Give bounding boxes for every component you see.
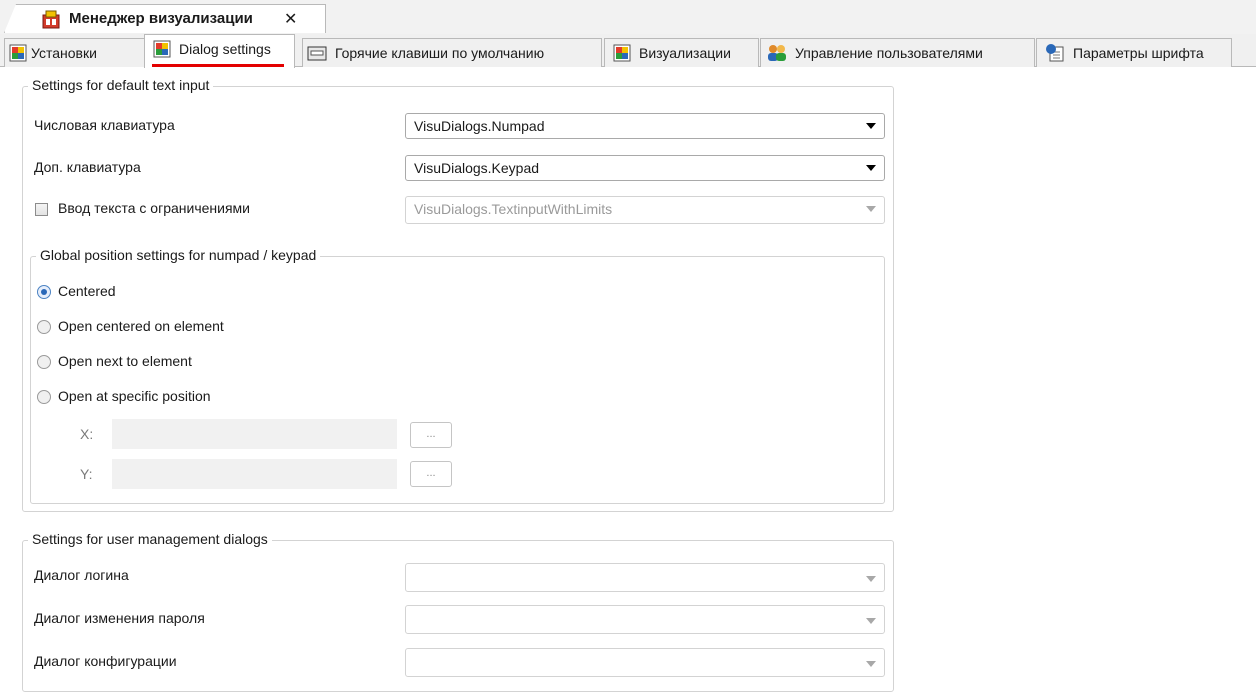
document-tab[interactable]: Менеджер визуализации ✕ — [4, 4, 326, 33]
numpad-value: VisuDialogs.Numpad — [414, 118, 545, 134]
default-text-input-legend: Settings for default text input — [28, 77, 214, 93]
radio-centered-label: Centered — [58, 283, 116, 299]
chevron-down-icon — [866, 618, 876, 624]
radio-centered-on-element[interactable] — [37, 320, 51, 334]
config-dialog-label: Диалог конфигурации — [34, 653, 177, 669]
font-icon — [1045, 44, 1065, 65]
tab-settings-label: Установки — [31, 45, 97, 61]
radio-specific-position-label: Open at specific position — [58, 388, 211, 404]
tab-visualizations-label: Визуализации — [639, 45, 731, 61]
radio-centered[interactable] — [37, 285, 51, 299]
tab-font-parameters-label: Параметры шрифта — [1073, 45, 1204, 61]
numpad-select[interactable]: VisuDialogs.Numpad — [405, 113, 885, 139]
radio-specific-position[interactable] — [37, 390, 51, 404]
active-tab-indicator — [152, 64, 284, 67]
tab-default-hotkeys[interactable]: Горячие клавиши по умолчанию — [302, 38, 602, 67]
login-dialog-select — [405, 563, 885, 592]
password-dialog-label: Диалог изменения пароля — [34, 610, 205, 626]
password-dialog-select — [405, 605, 885, 634]
tab-font-parameters[interactable]: Параметры шрифта — [1036, 38, 1232, 67]
tab-settings[interactable]: Установки — [4, 38, 145, 67]
limits-value: VisuDialogs.TextinputWithLimits — [414, 201, 613, 217]
keypad-select[interactable]: VisuDialogs.Keypad — [405, 155, 885, 181]
tab-user-management-label: Управление пользователями — [795, 45, 983, 61]
tab-visualizations[interactable]: Визуализации — [604, 38, 759, 67]
login-dialog-label: Диалог логина — [34, 567, 129, 583]
tab-dialog-settings[interactable]: Dialog settings — [144, 34, 295, 68]
keypad-label: Доп. клавиатура — [34, 159, 141, 175]
users-icon — [767, 44, 787, 65]
chevron-down-icon — [866, 206, 876, 212]
document-tab-title: Менеджер визуализации — [69, 10, 253, 27]
visu-icon — [613, 44, 631, 65]
position-settings-legend: Global position settings for numpad / ke… — [36, 247, 321, 263]
limits-select: VisuDialogs.TextinputWithLimits — [405, 196, 885, 224]
close-icon[interactable]: ✕ — [284, 9, 297, 29]
chevron-down-icon — [866, 165, 876, 171]
numpad-label: Числовая клавиатура — [34, 117, 175, 133]
x-browse-button: ... — [410, 422, 452, 448]
chevron-down-icon — [866, 576, 876, 582]
visu-manager-icon — [41, 10, 61, 33]
radio-next-to-element-label: Open next to element — [58, 353, 192, 369]
visu-icon — [153, 40, 171, 61]
keyboard-icon — [307, 46, 327, 64]
chevron-down-icon — [866, 661, 876, 667]
radio-centered-on-element-label: Open centered on element — [58, 318, 224, 334]
config-dialog-select — [405, 648, 885, 677]
x-label: X: — [80, 426, 94, 442]
keypad-value: VisuDialogs.Keypad — [414, 160, 540, 176]
y-browse-button: ... — [410, 461, 452, 487]
limits-label: Ввод текста с ограничениями — [58, 200, 250, 216]
radio-next-to-element[interactable] — [37, 355, 51, 369]
chevron-down-icon — [866, 123, 876, 129]
y-input — [112, 459, 397, 489]
y-label: Y: — [80, 466, 93, 482]
visu-icon — [9, 44, 27, 65]
tab-dialog-settings-label: Dialog settings — [179, 41, 271, 57]
tab-default-hotkeys-label: Горячие клавиши по умолчанию — [335, 45, 545, 61]
limits-checkbox[interactable] — [35, 203, 48, 216]
tab-user-management[interactable]: Управление пользователями — [760, 38, 1035, 67]
user-management-legend: Settings for user management dialogs — [28, 531, 272, 547]
x-input — [112, 419, 397, 449]
